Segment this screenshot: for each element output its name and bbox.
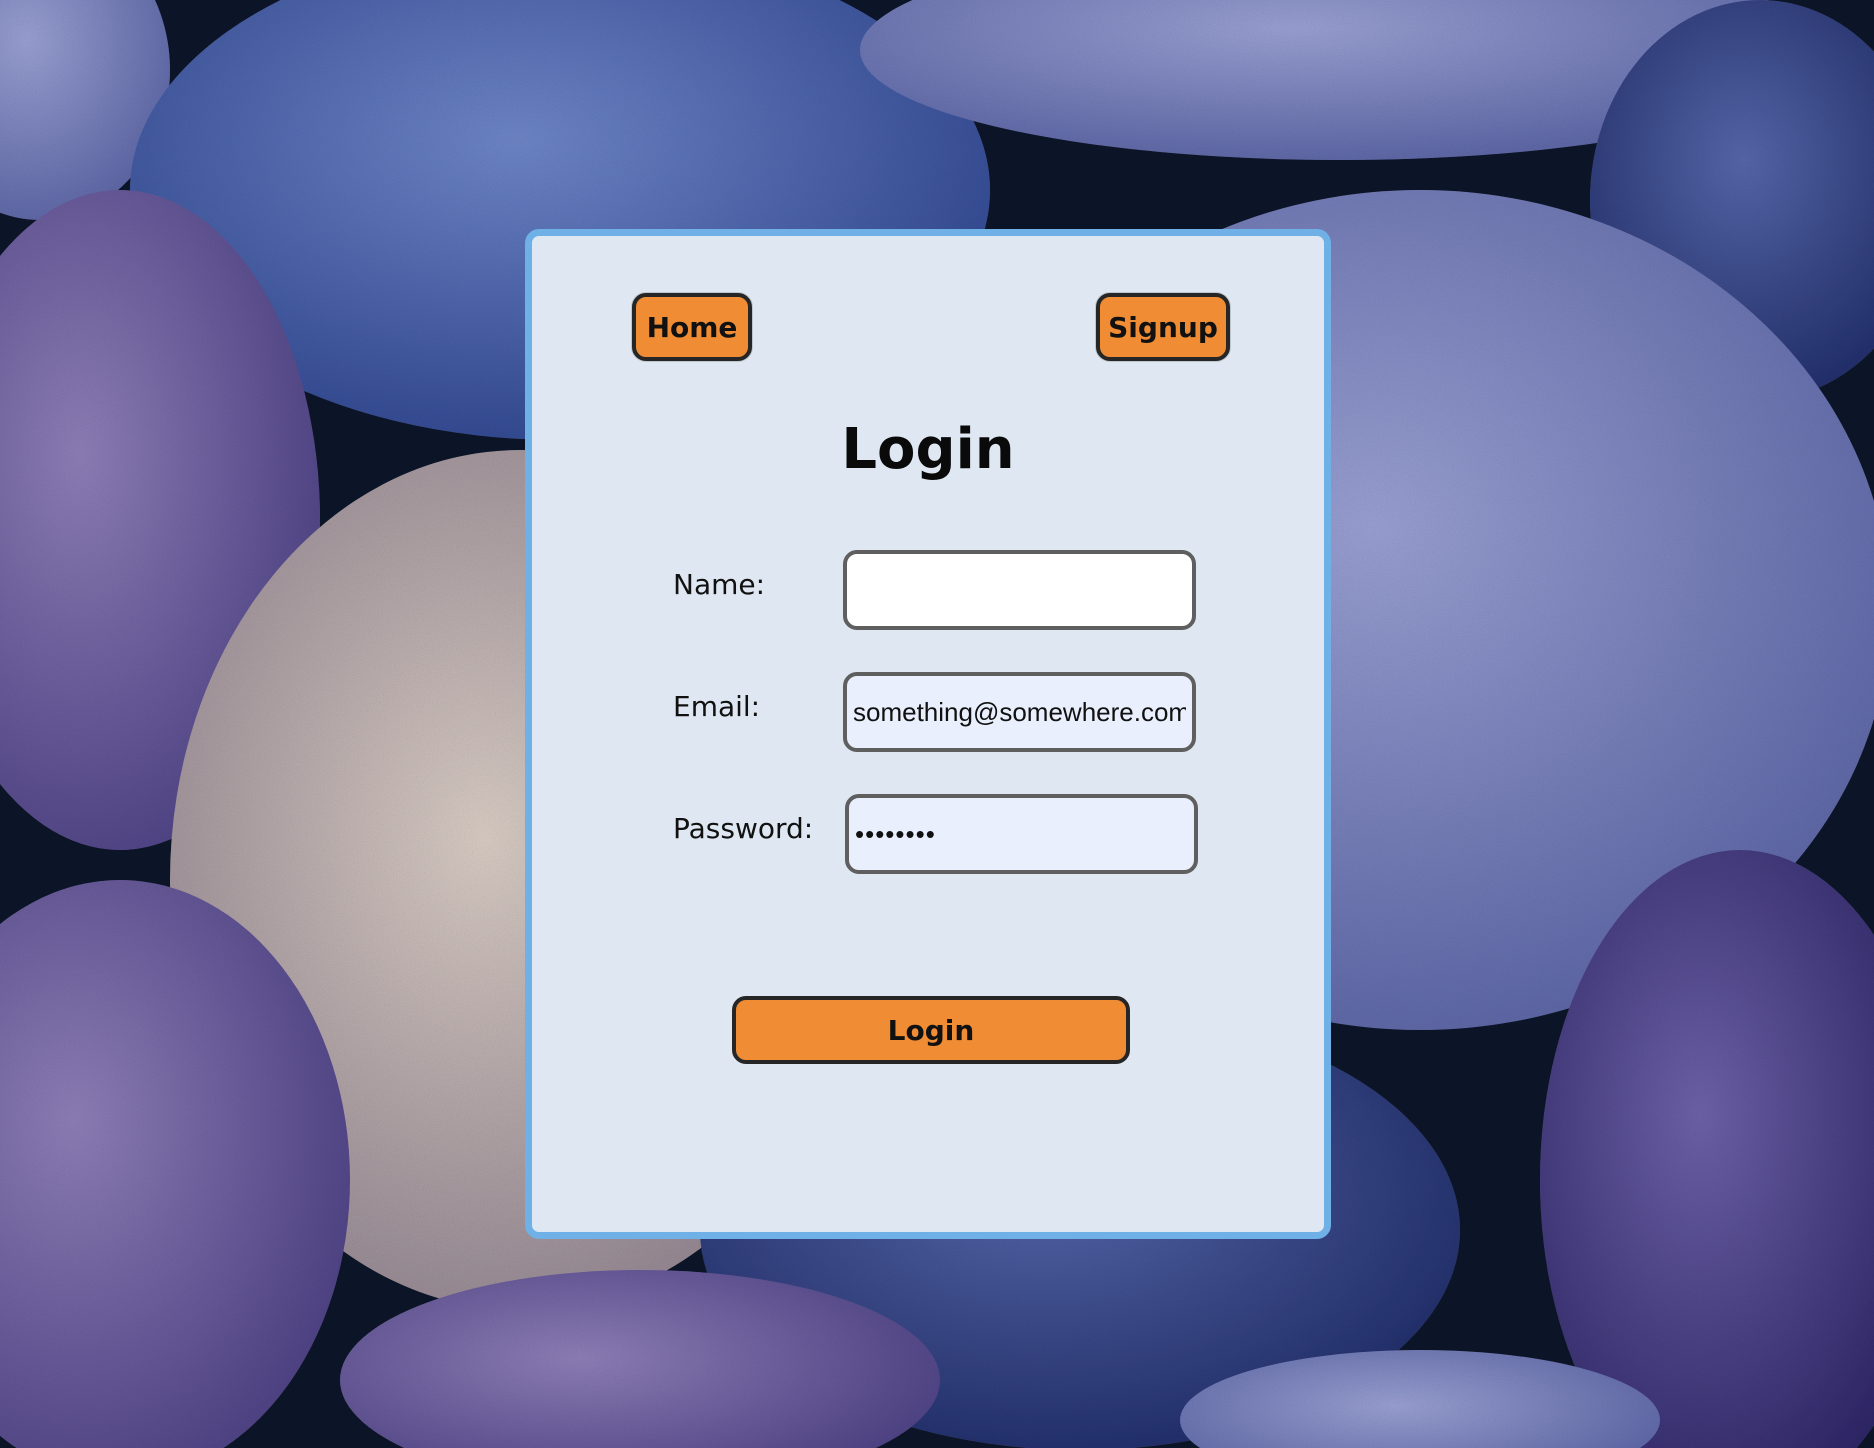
signup-button[interactable]: Signup [1096,293,1230,361]
name-label: Name: [673,568,766,601]
page: Home Signup Login Name: Email: Password:… [0,0,1874,1448]
login-card: Home Signup Login Name: Email: Password:… [525,229,1331,1239]
login-button[interactable]: Login [732,996,1130,1064]
page-title: Login [841,417,1015,482]
password-field[interactable] [845,794,1198,874]
name-field[interactable] [843,550,1196,630]
password-label: Password: [673,812,814,845]
email-field[interactable] [843,672,1196,752]
email-label: Email: [673,690,761,723]
home-button[interactable]: Home [632,293,752,361]
